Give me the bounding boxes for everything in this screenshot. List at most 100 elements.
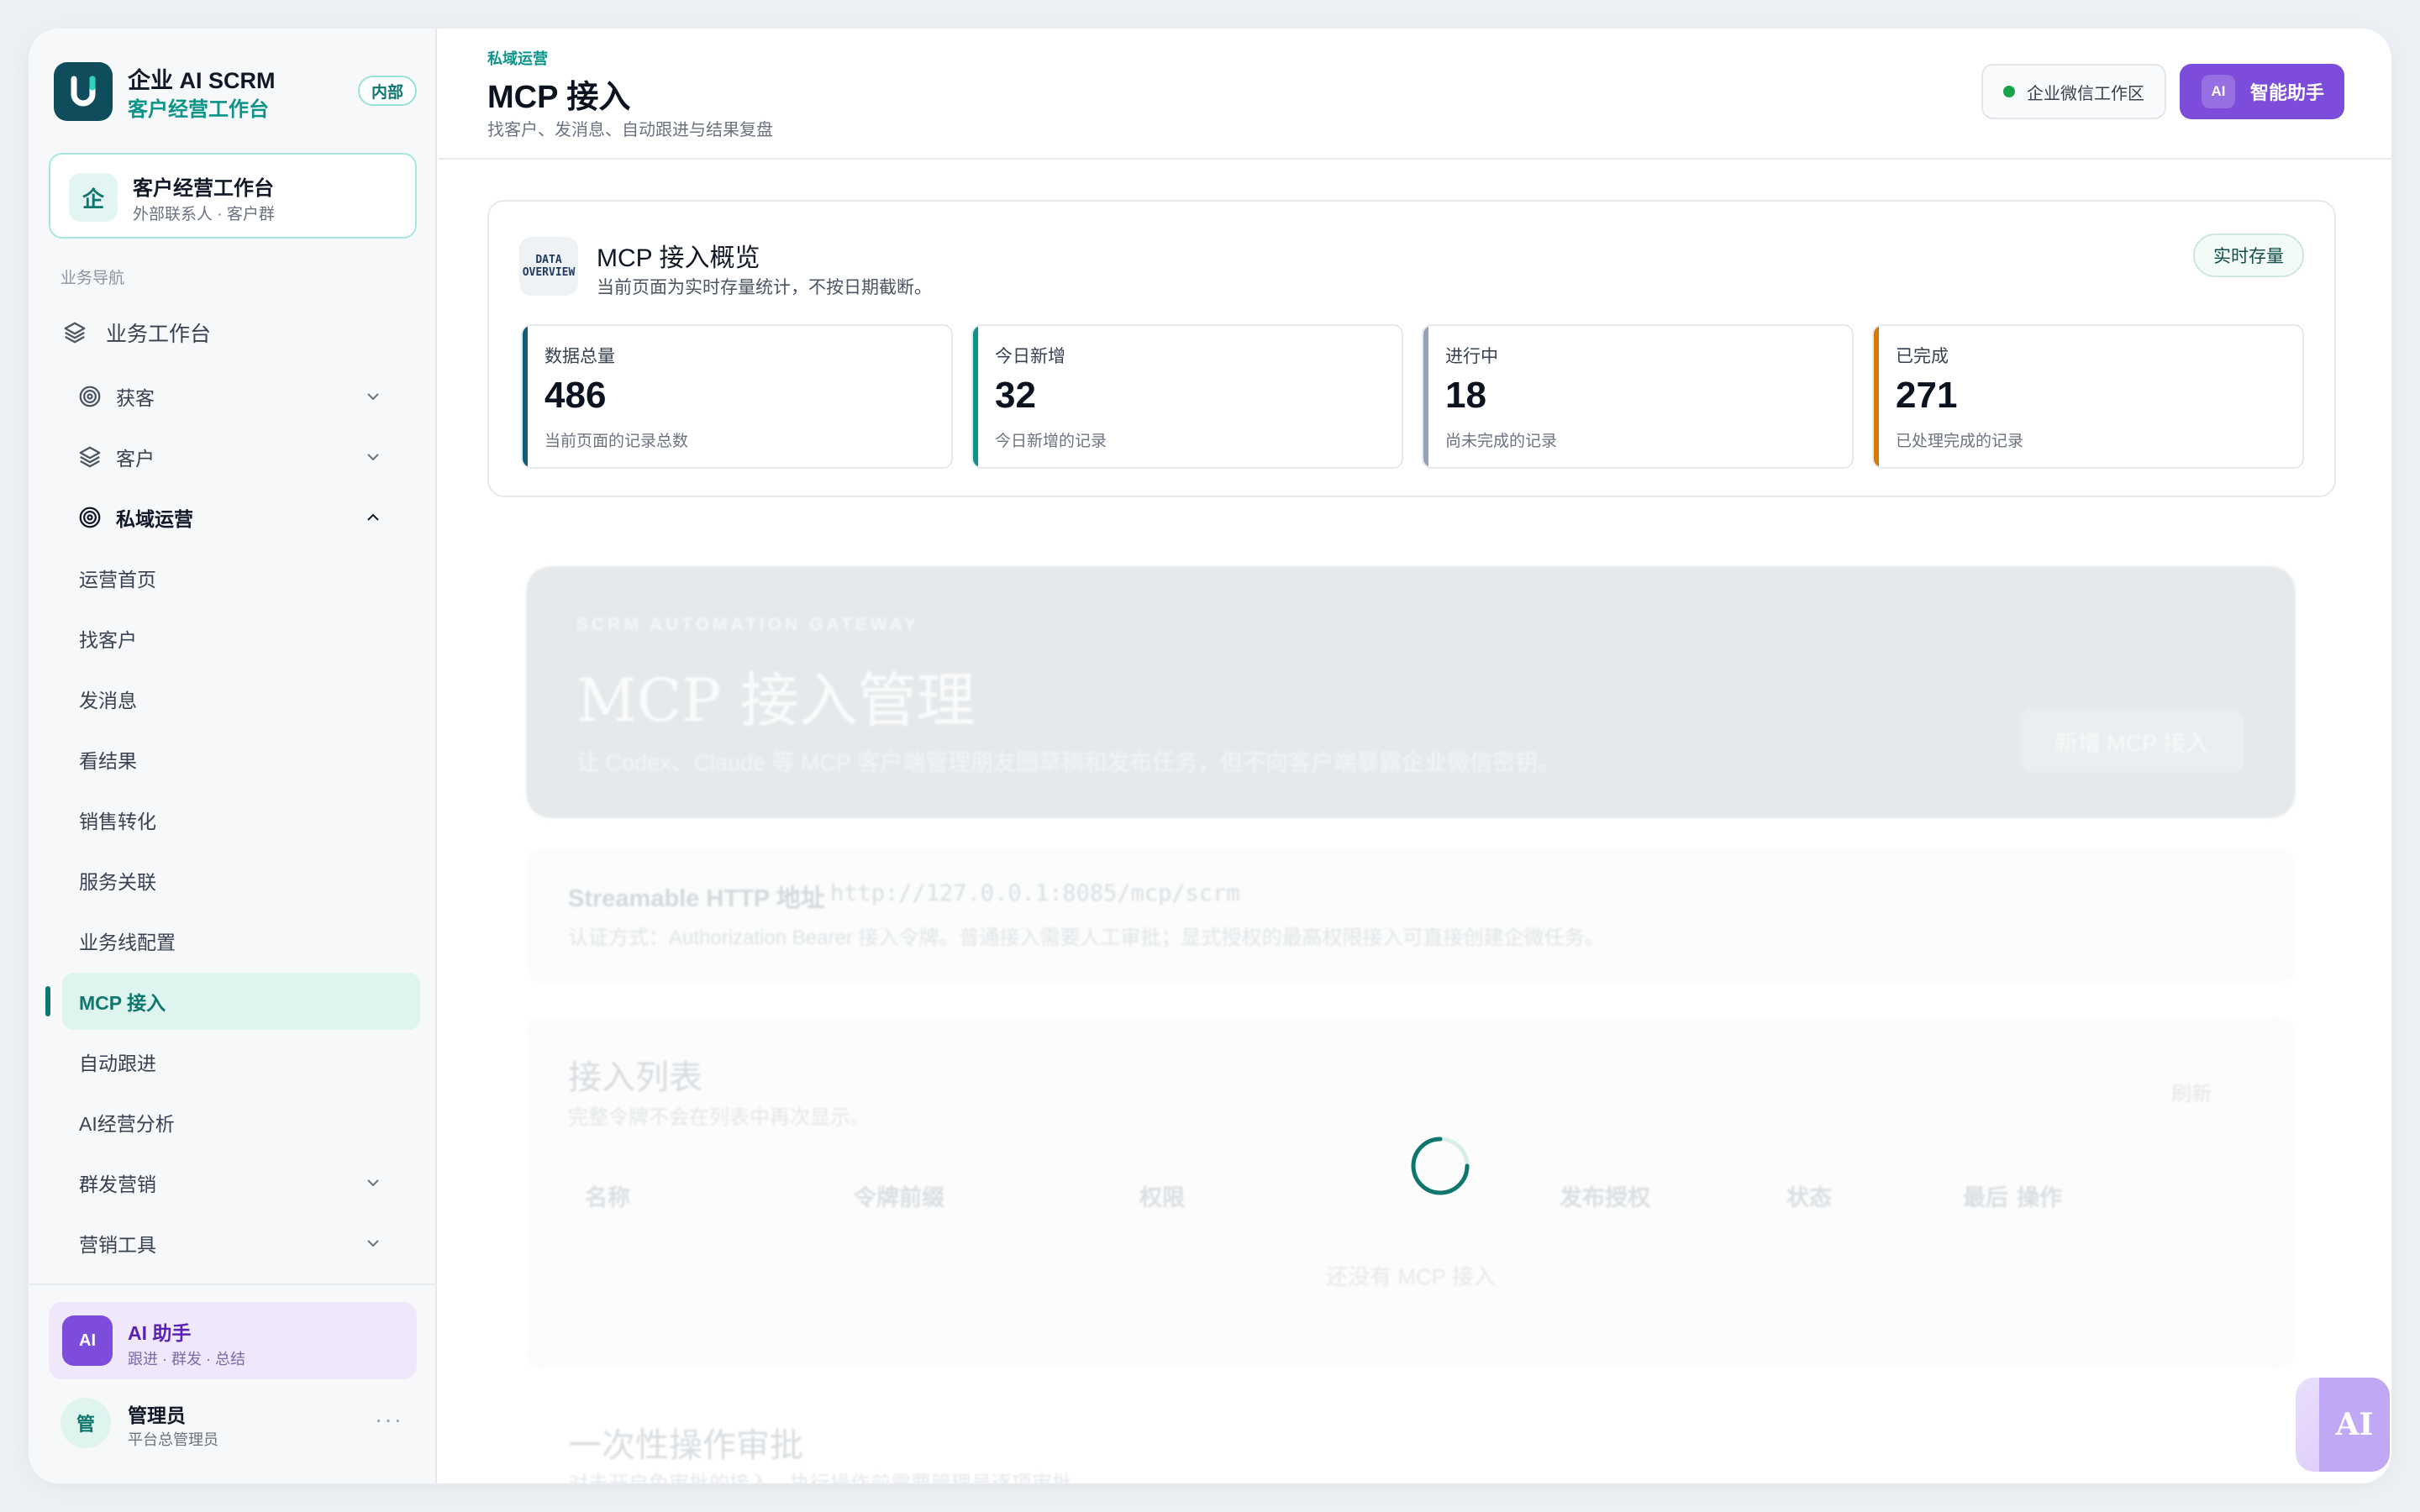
nav-label: 营销工具: [79, 1234, 156, 1256]
nav-item-send-message[interactable]: 发消息: [79, 680, 137, 717]
stat-value: 32: [995, 375, 1036, 416]
column-header: 最后: [1963, 1185, 2008, 1210]
stat-label: 已完成: [1896, 347, 1949, 366]
nav-label: 业务工作台: [106, 323, 212, 346]
floating-ai-button[interactable]: AI: [2296, 1378, 2390, 1472]
stat-value: 18: [1445, 375, 1486, 416]
nav-item-business-config[interactable]: 业务线配置: [79, 922, 176, 959]
stat-accent-bar: [1874, 326, 1879, 467]
smart-assistant-label: 智能助手: [2250, 82, 2325, 103]
workspace-icon: 企: [69, 173, 118, 222]
overview-panel: DATA OVERVIEW MCP 接入概览 当前页面为实时存量统计，不按日期截…: [487, 200, 2336, 497]
ai-assistant-card[interactable]: AI AI 助手 跟进 · 群发 · 总结: [49, 1302, 417, 1379]
endpoint-label: Streamable HTTP 地址: [568, 885, 825, 912]
stat-card-total: 数据总量 486 当前页面的记录总数: [521, 324, 953, 469]
stat-label: 今日新增: [995, 347, 1065, 366]
chevron-down-icon: [367, 393, 379, 401]
breadcrumb[interactable]: 私域运营: [487, 47, 548, 69]
nav-item-find-customers[interactable]: 找客户: [79, 620, 137, 657]
stat-accent-bar: [973, 326, 978, 467]
user-name: 管理员: [128, 1404, 186, 1426]
nav-item-sales-conversion[interactable]: 销售转化: [79, 801, 156, 838]
stat-value: 271: [1896, 375, 1958, 416]
nav-section-label: 业务导航: [60, 270, 125, 287]
layers-icon: [60, 318, 89, 347]
workspace-switcher[interactable]: 企 客户经营工作台 外部联系人 · 客户群: [49, 153, 417, 239]
stat-accent-bar: [1423, 326, 1428, 467]
icon-text-line: OVERVIEW: [522, 266, 576, 279]
nav-group-marketing-tools[interactable]: 营销工具: [79, 1223, 412, 1263]
user-role: 平台总管理员: [128, 1431, 218, 1448]
stat-desc: 尚未完成的记录: [1445, 433, 1558, 450]
nav-active-indicator: [45, 986, 50, 1016]
main-content: 私域运营 MCP 接入 找客户、发消息、自动跟进与结果复盘 企业微信工作区 AI…: [439, 29, 2391, 1483]
nav-group-mass-marketing[interactable]: 群发营销: [79, 1163, 412, 1203]
nav-item-ai-analysis[interactable]: AI经营分析: [79, 1104, 175, 1141]
refresh-button[interactable]: 刷新: [2171, 1077, 2212, 1106]
chevron-down-icon: [367, 454, 379, 461]
stat-label: 数据总量: [544, 347, 615, 366]
loading-content-overlay: SCRM AUTOMATION GATEWAY MCP 接入管理 让 Codex…: [487, 529, 2336, 1483]
ai-avatar: AI: [62, 1315, 113, 1366]
nav-item-ops-home[interactable]: 运营首页: [79, 559, 156, 596]
stat-desc: 今日新增的记录: [995, 433, 1107, 450]
internal-badge: 内部: [358, 76, 418, 106]
sidebar: 企业 AI SCRM 客户经营工作台 内部 企 客户经营工作台 外部联系人 · …: [29, 29, 437, 1483]
workspace-title: 客户经营工作台: [133, 177, 274, 200]
status-dot-icon: [2003, 86, 2015, 97]
stat-label: 进行中: [1445, 347, 1498, 366]
nav-item-service-link[interactable]: 服务关联: [79, 862, 156, 899]
nav-group-customers[interactable]: 客户: [76, 437, 412, 477]
ai-badge-icon: AI: [2202, 75, 2235, 108]
smart-assistant-button[interactable]: AI 智能助手: [2180, 64, 2344, 119]
endpoint-url[interactable]: http://127.0.0.1:8085/mcp/scrm: [830, 880, 1240, 906]
stat-value: 486: [544, 375, 607, 416]
nav-group-acquire[interactable]: 获客: [76, 376, 412, 417]
list-title: 接入列表: [568, 1058, 702, 1097]
column-header: 状态: [1786, 1185, 1832, 1210]
endpoint-auth-desc: 认证方式：Authorization Bearer 接入令牌。普通接入需要人工审…: [568, 927, 1605, 949]
column-header: 发布授权: [1560, 1185, 1650, 1210]
approval-section: 一次性操作审批 对未开启免审批的接入，执行操作前需要管理员逐项审批: [526, 1403, 2296, 1483]
user-avatar[interactable]: 管: [60, 1398, 111, 1448]
stat-desc: 当前页面的记录总数: [544, 433, 689, 450]
empty-state: 还没有 MCP 接入: [1326, 1264, 1496, 1289]
app-window: 企业 AI SCRM 客户经营工作台 内部 企 客户经营工作台 外部联系人 · …: [29, 29, 2391, 1483]
approval-subtitle: 对未开启免审批的接入，执行操作前需要管理员逐项审批: [568, 1467, 1072, 1483]
target-icon: [76, 503, 104, 532]
nav-item-mcp[interactable]: MCP 接入: [79, 983, 166, 1020]
column-header: 操作: [2017, 1185, 2062, 1210]
brand-subtitle: 客户经营工作台: [128, 98, 269, 121]
nav-group-private-ops[interactable]: 私域运营: [76, 497, 412, 538]
page-header: 私域运营 MCP 接入 找客户、发消息、自动跟进与结果复盘 企业微信工作区 AI…: [439, 29, 2391, 160]
stat-accent-bar: [523, 326, 528, 467]
list-subtitle: 完整令牌不会在列表中再次显示。: [568, 1106, 871, 1129]
hero-description: 让 Codex、Claude 等 MCP 客户端管理朋友圈草稿和发布任务，但不向…: [576, 750, 1561, 775]
page-title: MCP 接入: [487, 80, 631, 115]
hero-title: MCP 接入管理: [576, 666, 976, 735]
endpoint-card: Streamable HTTP 地址 http://127.0.0.1:8085…: [526, 848, 2296, 983]
nav-label: 群发营销: [79, 1173, 156, 1195]
nav-item-auto-follow[interactable]: 自动跟进: [79, 1043, 156, 1080]
nav-business-workbench[interactable]: 业务工作台: [60, 312, 417, 353]
sidebar-divider: [29, 1284, 435, 1285]
approval-title: 一次性操作审批: [568, 1426, 803, 1465]
chevron-down-icon: [367, 1240, 379, 1247]
data-overview-icon: DATA OVERVIEW: [519, 237, 578, 296]
nav-item-view-results[interactable]: 看结果: [79, 741, 137, 778]
brand-title: 企业 AI SCRM: [128, 68, 276, 93]
icon-text-line: DATA: [535, 254, 562, 266]
logo-u-icon: [71, 76, 96, 107]
floating-ai-label: AI: [2319, 1378, 2390, 1472]
add-mcp-button[interactable]: 新增 MCP 接入: [2020, 709, 2244, 773]
target-icon: [76, 382, 104, 411]
stat-card-in-progress: 进行中 18 尚未完成的记录: [1422, 324, 1854, 469]
wecom-label: 企业微信工作区: [2027, 84, 2144, 103]
user-more-icon[interactable]: ···: [375, 1406, 403, 1433]
nav-label: 客户: [116, 448, 155, 470]
chevron-up-icon: [367, 513, 379, 521]
brand-logo: [54, 62, 113, 121]
stat-desc: 已处理完成的记录: [1896, 433, 2024, 450]
wecom-workspace-button[interactable]: 企业微信工作区: [1981, 64, 2166, 119]
column-header: 令牌前缀: [854, 1185, 944, 1210]
